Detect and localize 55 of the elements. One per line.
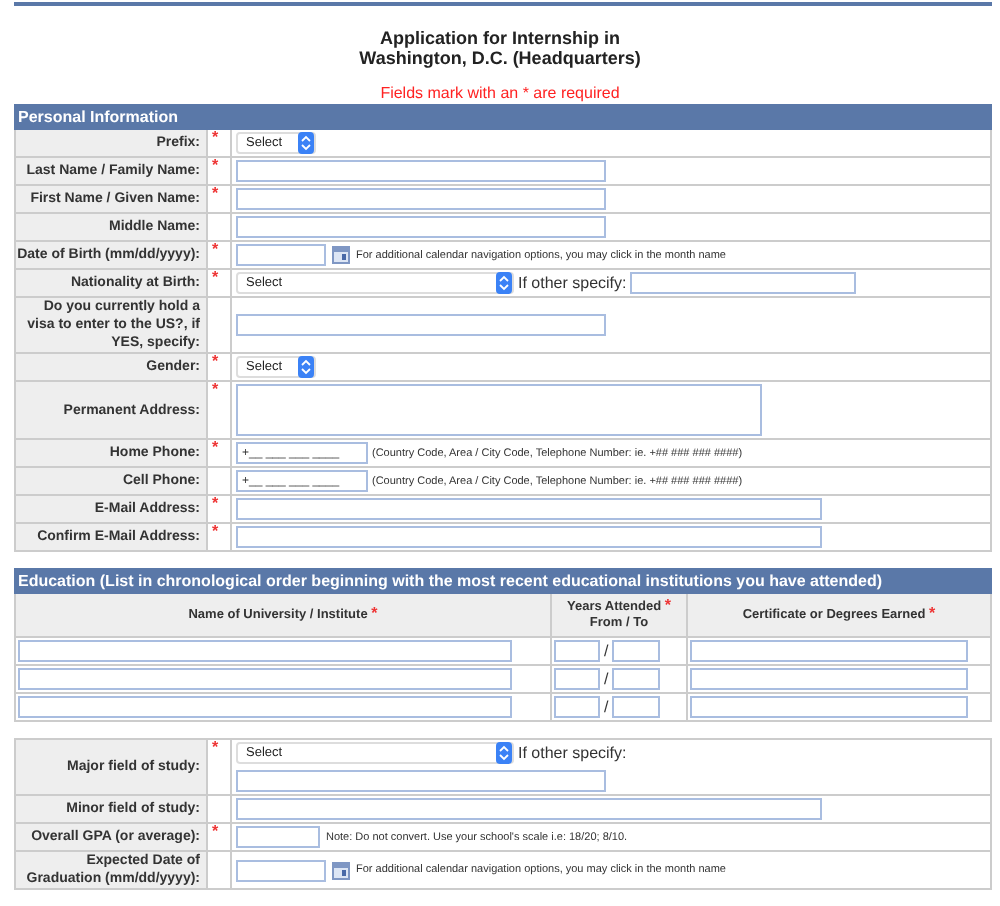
section-header: Personal Information — [15, 105, 991, 129]
text-field[interactable] — [236, 798, 822, 820]
text-field[interactable] — [236, 216, 606, 238]
text-field[interactable] — [236, 160, 606, 182]
text-field[interactable] — [690, 640, 968, 662]
required-mark: * — [212, 128, 219, 146]
required-mark: * — [664, 596, 672, 614]
calendar-icon[interactable] — [332, 246, 350, 264]
text-field[interactable] — [236, 770, 606, 792]
text-field[interactable] — [554, 696, 600, 718]
chevron-icon — [496, 742, 512, 764]
chevron-icon — [298, 132, 314, 154]
text-field[interactable] — [612, 640, 661, 662]
text-area[interactable] — [236, 384, 762, 436]
text-field[interactable] — [612, 668, 661, 690]
text-field[interactable] — [18, 668, 512, 690]
field-label: If other specify: — [518, 273, 627, 293]
required-mark: * — [212, 494, 219, 512]
required-mark: * — [212, 352, 219, 370]
text-field[interactable] — [236, 826, 320, 848]
page-title: Application for Internship in Washington, D.C. (Headquarters) — [357, 28, 643, 68]
required-mark: * — [212, 380, 219, 398]
separator-text: / — [604, 697, 609, 717]
text-field[interactable] — [236, 498, 822, 520]
chevron-icon — [496, 272, 512, 294]
text-field[interactable] — [554, 640, 600, 662]
required-mark: * — [212, 738, 219, 756]
required-mark: * — [929, 604, 936, 622]
required-mark: * — [212, 822, 219, 840]
text-field[interactable] — [18, 640, 512, 662]
text-field[interactable] — [630, 272, 857, 294]
required-mark: * — [212, 268, 219, 286]
text-field[interactable] — [690, 668, 968, 690]
section-header: Education (List in chronological order beginning with the most recent educational institutions you have attended) — [15, 569, 991, 593]
required-mark: * — [212, 438, 219, 456]
text-field[interactable] — [236, 188, 606, 210]
required-note: Fields mark with an * are required — [378, 84, 622, 104]
separator-text: / — [604, 669, 609, 689]
chevron-icon — [298, 356, 314, 378]
text-field[interactable] — [612, 696, 661, 718]
text-field[interactable] — [690, 696, 968, 718]
text-field[interactable] — [554, 668, 600, 690]
required-mark: * — [212, 156, 219, 174]
required-mark: * — [212, 184, 219, 202]
text-field[interactable] — [236, 526, 822, 548]
separator-text: / — [604, 641, 609, 661]
text-field[interactable] — [236, 859, 326, 881]
text-field[interactable] — [18, 696, 512, 718]
required-mark: * — [212, 240, 219, 258]
text-field[interactable] — [236, 314, 606, 336]
calendar-icon[interactable] — [332, 861, 350, 879]
required-mark: * — [371, 604, 378, 622]
text-field[interactable] — [236, 244, 326, 266]
field-label: If other specify: — [518, 743, 627, 763]
required-mark: * — [212, 522, 219, 540]
